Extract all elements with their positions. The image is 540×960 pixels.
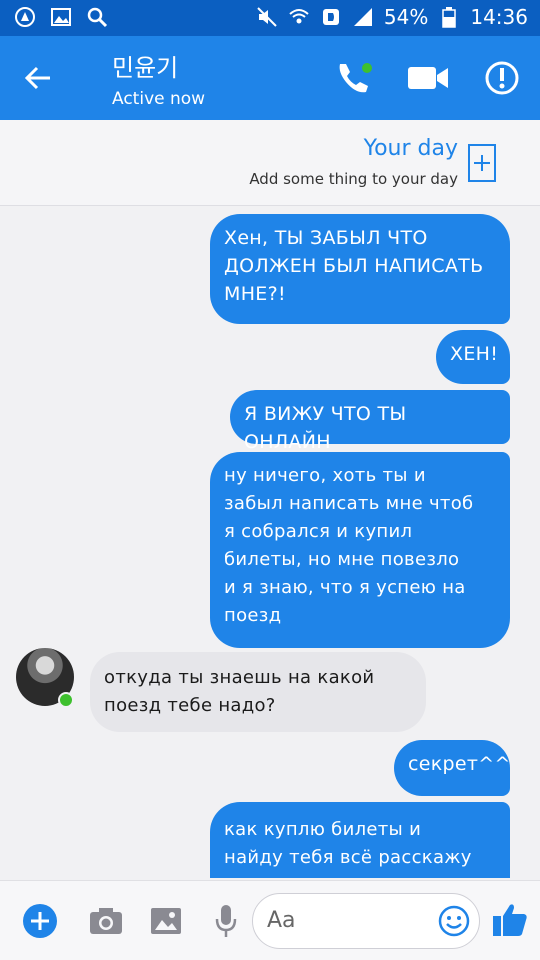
- emoji-icon[interactable]: [437, 904, 471, 938]
- voice-message-button[interactable]: [206, 901, 246, 941]
- data-saver-icon: [320, 6, 342, 28]
- message-bubble-outgoing[interactable]: Я ВИЖУ ЧТО ТЫ ОНЛАЙН: [230, 390, 510, 453]
- camera-button[interactable]: [86, 901, 126, 941]
- message-line: Я ВИЖУ ЧТО ТЫ ОНЛАЙН: [244, 403, 407, 453]
- message-line: как куплю билеты и: [224, 819, 422, 840]
- contact-info[interactable]: 민윤기 Active now: [112, 48, 205, 109]
- message-line: откуда ты знаешь на какой: [104, 667, 375, 688]
- message-bubble-outgoing[interactable]: ХЕН!: [436, 330, 510, 384]
- video-icon: [408, 67, 448, 89]
- back-arrow-icon: [24, 66, 50, 90]
- message-input[interactable]: Aa: [252, 893, 480, 949]
- info-icon: [485, 61, 519, 95]
- message-line: ДОЛЖЕН БЫЛ НАПИСАТЬ: [224, 255, 484, 277]
- your-day-banner[interactable]: Your day Add some thing to your day: [0, 120, 540, 206]
- like-icon: [493, 904, 527, 936]
- message-line: билеты, но мне повезло: [224, 549, 460, 570]
- camera-icon: [90, 908, 122, 934]
- message-line: найду тебя всё расскажу: [224, 847, 472, 868]
- message-bubble-outgoing[interactable]: секрет^^: [394, 740, 510, 796]
- gallery-icon: [151, 908, 181, 934]
- your-day-subtitle: Add some thing to your day: [249, 170, 458, 188]
- message-line: забыл написать мне чтоб: [224, 493, 474, 514]
- message-line: поезд тебе надо?: [104, 695, 276, 716]
- conversation-header: 민윤기 Active now: [0, 36, 540, 120]
- back-button[interactable]: [18, 58, 58, 98]
- search-icon: [86, 6, 108, 28]
- plus-icon: [23, 904, 57, 938]
- voice-call-button[interactable]: [332, 56, 376, 100]
- info-button[interactable]: [480, 56, 524, 100]
- message-bubble-incoming[interactable]: откуда ты знаешь на какой поезд тебе над…: [90, 652, 426, 732]
- app-notification-icon: [14, 6, 36, 28]
- video-call-button[interactable]: [406, 56, 450, 100]
- message-bubble-outgoing[interactable]: как куплю билеты и найду тебя всё расска…: [210, 802, 510, 878]
- message-line: ну ничего, хоть ты и: [224, 465, 426, 486]
- online-indicator: [58, 692, 74, 708]
- message-line: Хен, ТЫ ЗАБЫЛ ЧТО: [224, 227, 428, 249]
- message-line: и я знаю, что я успею на: [224, 577, 466, 598]
- more-actions-button[interactable]: [20, 901, 60, 941]
- contact-status: Active now: [112, 89, 206, 109]
- message-line: ХЕН!: [450, 343, 499, 365]
- status-bar: 54% 14:36: [0, 0, 540, 36]
- message-line: я собрался и купил: [224, 521, 413, 542]
- phone-icon: [339, 63, 372, 93]
- message-line: МНЕ?!: [224, 283, 286, 305]
- signal-icon: [352, 6, 374, 28]
- message-input-placeholder: Aa: [267, 908, 296, 933]
- battery-percent: 54%: [383, 5, 429, 29]
- contact-name: 민윤기: [112, 54, 179, 82]
- gallery-button[interactable]: [146, 901, 186, 941]
- clock: 14:36: [470, 5, 528, 29]
- message-bubble-outgoing[interactable]: Хен, ТЫ ЗАБЫЛ ЧТО ДОЛЖЕН БЫЛ НАПИСАТЬ МН…: [210, 214, 510, 324]
- plus-icon: [474, 155, 490, 171]
- image-notification-icon: [50, 6, 72, 28]
- mic-icon: [215, 905, 237, 937]
- add-story-button[interactable]: [468, 144, 496, 182]
- mute-icon: [256, 6, 278, 28]
- message-composer: Aa: [0, 880, 540, 960]
- wifi-icon: [288, 6, 310, 28]
- battery-icon: [438, 6, 460, 28]
- message-list[interactable]: Хен, ТЫ ЗАБЫЛ ЧТО ДОЛЖЕН БЫЛ НАПИСАТЬ МН…: [0, 206, 540, 878]
- message-line: поезд: [224, 605, 282, 626]
- your-day-title: Your day: [363, 136, 458, 161]
- like-button[interactable]: [490, 899, 530, 939]
- message-bubble-outgoing[interactable]: ну ничего, хоть ты и забыл написать мне …: [210, 452, 510, 648]
- message-line: секрет^^: [408, 753, 511, 775]
